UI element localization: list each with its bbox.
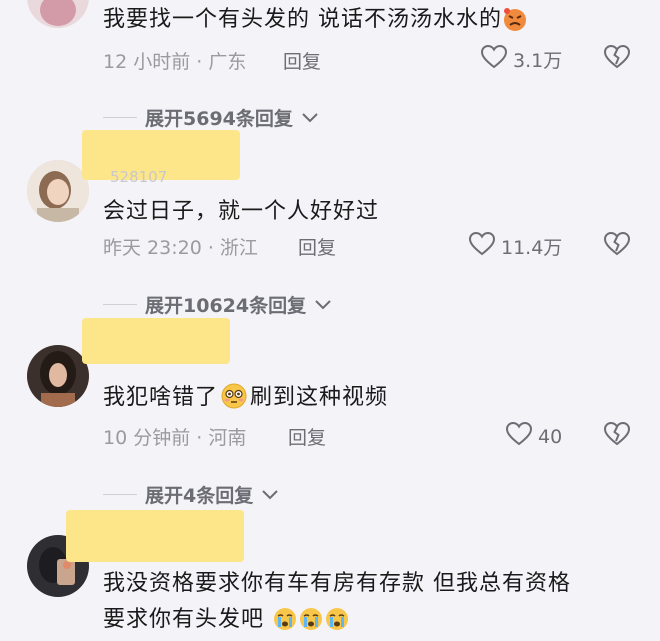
avatar[interactable] — [27, 0, 89, 28]
comment-text: 会过日子，就一个人好好过 — [103, 199, 380, 224]
heart-icon — [480, 44, 508, 74]
like-button[interactable]: 3.1万 — [480, 44, 563, 74]
crying-emoji — [324, 606, 350, 641]
chevron-down-icon — [314, 294, 332, 316]
divider — [103, 117, 137, 118]
like-count: 3.1万 — [513, 50, 563, 72]
divider — [103, 494, 137, 495]
flushed-emoji — [220, 382, 248, 419]
comment-text: 我犯啥错了 刷到这种视频 — [103, 382, 388, 419]
comment-text: 我要找一个有头发的 说话不汤汤水水的 — [103, 5, 528, 41]
reply-button[interactable]: 回复 — [288, 423, 326, 450]
chevron-down-icon — [261, 484, 279, 506]
expand-label: 展开4条回复 — [145, 485, 254, 507]
angry-emoji — [502, 6, 528, 41]
expand-replies-link[interactable]: 展开10624条回复 — [103, 291, 332, 318]
avatar[interactable] — [27, 345, 89, 407]
divider — [103, 304, 137, 305]
expand-replies-link[interactable]: 展开5694条回复 — [103, 104, 319, 131]
comment-meta: 昨天 23:20 · 浙江 — [103, 237, 258, 259]
heart-broken-icon — [603, 44, 631, 73]
reply-button[interactable]: 回复 — [283, 47, 321, 74]
heart-broken-icon — [603, 231, 631, 260]
like-count: 11.4万 — [501, 237, 563, 259]
expand-replies-link[interactable]: 展开4条回复 — [103, 481, 279, 508]
chevron-down-icon — [301, 107, 319, 129]
comment-text: 我没资格要求你有车有房有存款 但我总有资格 — [103, 571, 571, 596]
like-button[interactable]: 11.4万 — [468, 231, 563, 261]
heart-icon — [505, 421, 533, 451]
redacted-username — [66, 510, 244, 562]
comment-meta: 10 分钟前 · 河南 — [103, 427, 247, 449]
crying-emoji — [272, 606, 298, 641]
expand-label: 展开5694条回复 — [145, 108, 293, 130]
dislike-button[interactable] — [603, 231, 631, 260]
dislike-button[interactable] — [603, 44, 631, 73]
username-partial: 528107 — [110, 168, 168, 186]
reply-button[interactable]: 回复 — [298, 233, 336, 260]
redacted-username — [82, 318, 230, 364]
like-count: 40 — [538, 425, 563, 448]
avatar[interactable] — [27, 160, 89, 222]
dislike-button[interactable] — [603, 421, 631, 450]
heart-broken-icon — [603, 421, 631, 450]
comment-text: 要求你有头发吧 — [103, 605, 350, 641]
heart-icon — [468, 231, 496, 261]
like-button[interactable]: 40 — [505, 421, 563, 451]
comment-meta: 12 小时前 · 广东 — [103, 51, 247, 73]
crying-emoji — [298, 606, 324, 641]
expand-label: 展开10624条回复 — [145, 295, 307, 317]
